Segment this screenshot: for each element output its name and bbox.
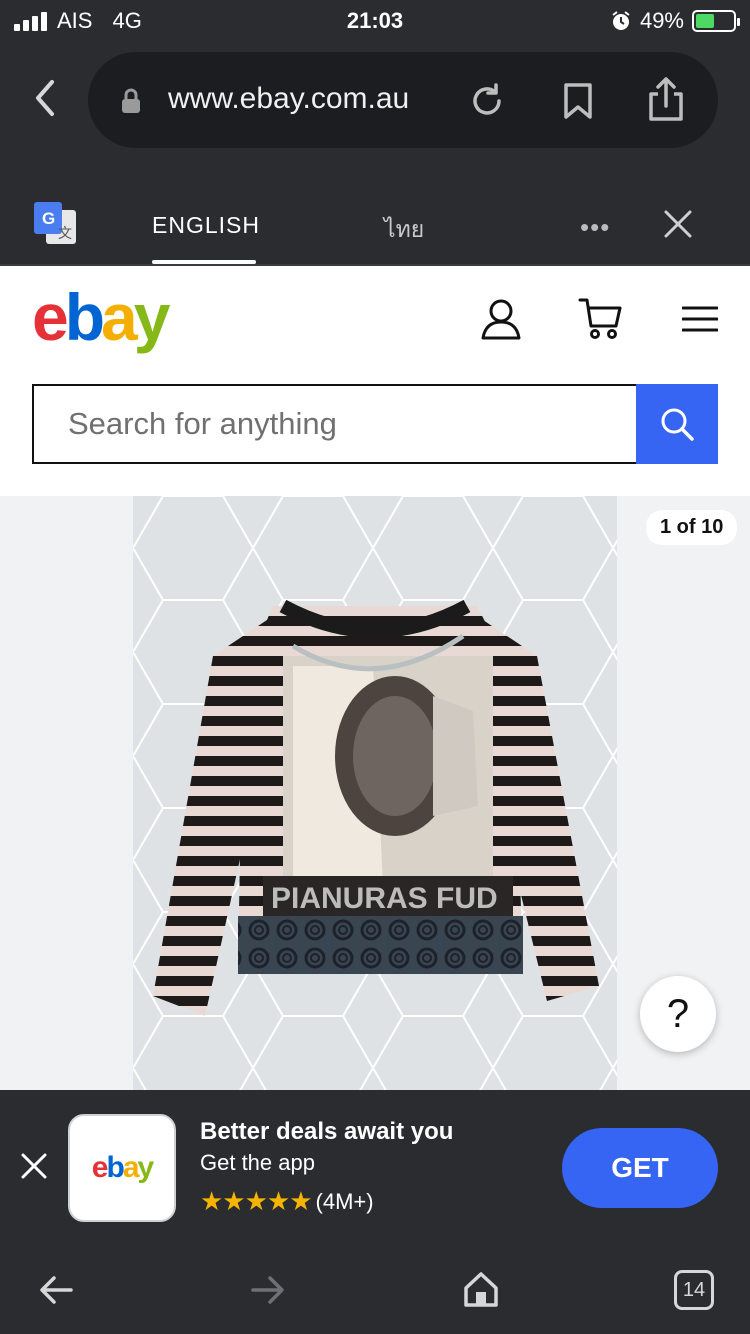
back-arrow-icon[interactable]: [38, 1272, 74, 1308]
translate-bar: G 文 ENGLISH ไทย •••: [0, 164, 750, 266]
status-bar: AIS 4G 21:03 49%: [0, 0, 750, 44]
battery-icon: [692, 10, 740, 32]
search-input[interactable]: [34, 386, 638, 462]
forward-arrow-icon[interactable]: [250, 1272, 286, 1308]
close-banner-icon[interactable]: [20, 1152, 48, 1180]
address-bar[interactable]: www.ebay.com.au: [88, 52, 718, 148]
logo-letter-b: b: [64, 280, 105, 354]
reload-icon[interactable]: [468, 82, 506, 120]
search-button[interactable]: [636, 384, 718, 464]
search-field: [32, 384, 638, 464]
back-chevron-icon[interactable]: [28, 78, 64, 118]
app-logo-letter-b: b: [106, 1151, 124, 1184]
banner-title: Better deals await you: [200, 1118, 454, 1145]
user-account-icon[interactable]: [480, 298, 522, 340]
image-counter: 1 of 10: [646, 510, 738, 545]
product-photo: PIANURAS FUD: [133, 496, 617, 1090]
browser-url-row: www.ebay.com.au: [0, 44, 750, 164]
cart-icon[interactable]: [578, 296, 624, 340]
url-text[interactable]: www.ebay.com.au: [168, 82, 409, 116]
logo-letter-y: y: [133, 280, 171, 354]
browser-toolbar: 14: [0, 1244, 750, 1334]
svg-text:PIANURAS FUD: PIANURAS FUD: [271, 882, 498, 915]
home-icon[interactable]: [462, 1270, 500, 1308]
product-gallery: PIANURAS FUD 1 of 10 ?: [0, 496, 750, 1090]
tabs-count-button[interactable]: 14: [674, 1270, 714, 1310]
app-logo: ebay: [91, 1151, 155, 1185]
app-logo-letter-a: a: [122, 1151, 140, 1184]
banner-rating: ★★★★★ (4M+): [200, 1186, 374, 1217]
svg-text:G: G: [42, 209, 55, 228]
lock-icon: [122, 88, 140, 113]
close-translate-icon[interactable]: [662, 208, 694, 240]
alarm-icon: [612, 11, 630, 30]
logo-letter-a: a: [101, 280, 138, 354]
more-options-icon[interactable]: •••: [580, 212, 610, 243]
tab-english-indicator: [152, 260, 256, 264]
battery-percent: 49%: [639, 8, 684, 33]
app-logo-letter-e: e: [91, 1151, 109, 1184]
help-button[interactable]: ?: [640, 976, 716, 1052]
product-image[interactable]: PIANURAS FUD: [133, 496, 617, 1090]
ebay-header: ebay: [0, 266, 750, 496]
google-translate-icon[interactable]: G 文: [34, 202, 78, 246]
ebay-logo[interactable]: ebay: [32, 280, 171, 354]
bookmark-icon[interactable]: [562, 82, 594, 120]
share-icon[interactable]: [646, 76, 686, 122]
search-icon: [661, 408, 694, 441]
tab-thai[interactable]: ไทย: [384, 212, 424, 248]
star-rating-icon: ★★★★★: [200, 1186, 313, 1216]
banner-subtitle: Get the app: [200, 1150, 315, 1175]
rating-count: (4M+): [315, 1188, 374, 1214]
logo-letter-e: e: [32, 280, 69, 354]
hamburger-menu-icon[interactable]: [682, 306, 718, 332]
app-install-banner: ebay Better deals await you Get the app …: [0, 1090, 750, 1244]
get-app-button[interactable]: GET: [562, 1128, 718, 1208]
app-logo-letter-y: y: [137, 1151, 155, 1184]
app-icon: ebay: [68, 1114, 176, 1222]
svg-text:文: 文: [58, 226, 72, 242]
tab-english[interactable]: ENGLISH: [152, 212, 260, 239]
battery-fill: [696, 14, 714, 28]
status-right: 49%: [610, 8, 740, 34]
